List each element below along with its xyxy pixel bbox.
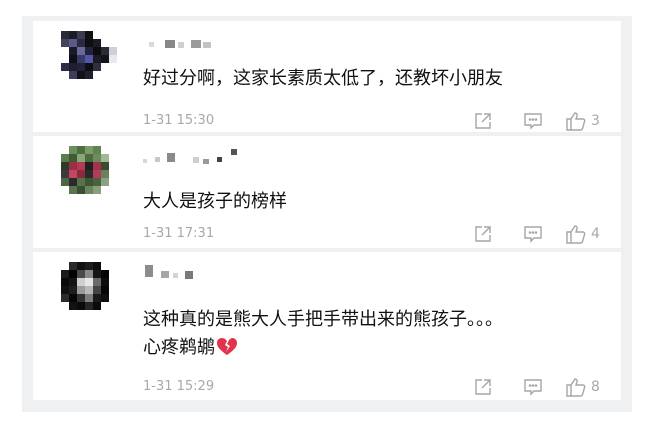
like-button[interactable]: 8: [565, 377, 600, 397]
comment-button[interactable]: [523, 111, 543, 131]
comment-icon: [524, 113, 542, 130]
like-count: 3: [591, 113, 600, 129]
comment-text-line-2: 心疼鹈鹕: [143, 334, 503, 362]
comment-text-line-2-text: 心疼鹈鹕: [143, 337, 215, 358]
comment-text: 好过分啊，这家长素质太低了，还教坏小朋友: [143, 65, 503, 93]
share-button[interactable]: [473, 224, 493, 244]
comment-text-line: 好过分啊，这家长素质太低了，还教坏小朋友: [143, 68, 503, 89]
comment-icon: [524, 226, 542, 243]
thumbs-up-icon: [566, 225, 586, 244]
like-button[interactable]: 4: [565, 224, 600, 244]
share-icon: [475, 379, 491, 395]
broken-heart-icon: [217, 338, 237, 355]
share-icon: [475, 113, 491, 129]
avatar[interactable]: [61, 146, 117, 202]
comment-text: 这种真的是熊大人手把手带出来的熊孩子。。。 心疼鹈鹕: [143, 306, 503, 362]
comment-time: 1-31 15:29: [143, 379, 215, 394]
comment-text-line: 这种真的是熊大人手把手带出来的熊孩子。。。: [143, 309, 503, 330]
like-count: 8: [591, 379, 600, 395]
comment-time: 1-31 17:31: [143, 226, 215, 241]
thumbs-up-icon: [566, 378, 586, 397]
comment-list: 好过分啊，这家长素质太低了，还教坏小朋友 1-31 15:30 3 大人是孩子的…: [22, 16, 632, 412]
share-button[interactable]: [473, 377, 493, 397]
like-count: 4: [591, 226, 600, 242]
comment-button[interactable]: [523, 377, 543, 397]
comment-text-line: 大人是孩子的榜样: [143, 191, 287, 212]
share-button[interactable]: [473, 111, 493, 131]
comment-icon: [524, 379, 542, 396]
comment-text: 大人是孩子的榜样: [143, 188, 287, 216]
comment-item: 这种真的是熊大人手把手带出来的熊孩子。。。 心疼鹈鹕 1-31 15:29 8: [33, 252, 621, 400]
comment-time: 1-31 15:30: [143, 113, 215, 128]
like-button[interactable]: 3: [565, 111, 600, 131]
avatar[interactable]: [61, 31, 117, 87]
avatar[interactable]: [61, 262, 117, 318]
comment-item: 大人是孩子的榜样 1-31 17:31 4: [33, 136, 621, 248]
comment-item: 好过分啊，这家长素质太低了，还教坏小朋友 1-31 15:30 3: [33, 21, 621, 132]
thumbs-up-icon: [566, 112, 586, 131]
share-icon: [475, 226, 491, 242]
comment-button[interactable]: [523, 224, 543, 244]
